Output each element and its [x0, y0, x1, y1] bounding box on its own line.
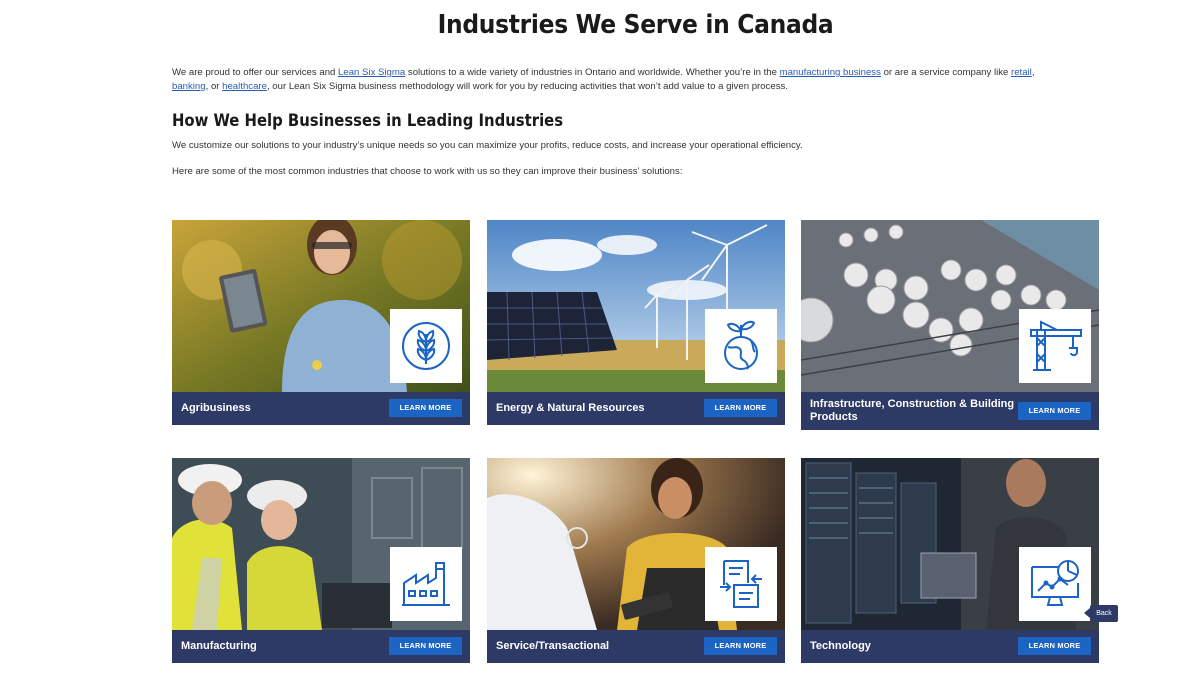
retail-link[interactable]: retail	[1011, 67, 1032, 78]
intro-text: We are proud to offer our services and	[172, 67, 339, 78]
card-bar: Agribusiness LEARN MORE	[172, 392, 470, 425]
intro-text: solutions to a wide variety of industrie…	[405, 67, 780, 78]
monitor-chart-icon	[1019, 547, 1091, 621]
card-bar: Manufacturing LEARN MORE	[172, 630, 470, 663]
healthcare-link[interactable]: healthcare	[222, 81, 267, 92]
card-label: Agribusiness	[181, 402, 251, 414]
card-bar: Technology LEARN MORE	[801, 630, 1099, 663]
document-exchange-icon	[705, 547, 777, 621]
intro-text: ,	[1031, 67, 1035, 78]
intro-text: or are a service company like	[880, 67, 1012, 78]
back-button[interactable]: Back	[1084, 605, 1118, 622]
intro-paragraph: We are proud to offer our services and L…	[172, 66, 1072, 94]
lean-six-sigma-link[interactable]: Lean Six Sigma	[338, 67, 405, 78]
card-bar: Service/Transactional LEARN MORE	[487, 630, 785, 663]
manufacturing-business-link[interactable]: manufacturing business	[780, 67, 881, 78]
card-label: Service/Transactional	[496, 640, 610, 652]
factory-icon	[390, 547, 462, 621]
section-heading: How We Help Businesses in Leading Indust…	[172, 111, 564, 130]
learn-more-button[interactable]: LEARN MORE	[389, 399, 462, 417]
industries-paragraph: Here are some of the most common industr…	[172, 166, 683, 177]
card-label: Infrastructure, Construction & Building …	[810, 398, 1015, 423]
learn-more-button[interactable]: LEARN MORE	[704, 399, 777, 417]
learn-more-button[interactable]: LEARN MORE	[704, 637, 777, 655]
wheat-icon	[390, 309, 462, 383]
banking-link[interactable]: banking	[172, 81, 206, 92]
intro-text: , or	[205, 81, 223, 92]
intro-text: , our Lean Six Sigma business methodolog…	[266, 81, 788, 92]
card-bar: Infrastructure, Construction & Building …	[801, 392, 1099, 430]
card-bar: Energy & Natural Resources LEARN MORE	[487, 392, 785, 425]
card-label: Technology	[810, 640, 871, 652]
page-title: Industries We Serve in Canada	[437, 10, 834, 40]
globe-plant-icon	[705, 309, 777, 383]
learn-more-button[interactable]: LEARN MORE	[389, 637, 462, 655]
learn-more-button[interactable]: LEARN MORE	[1018, 402, 1091, 420]
crane-icon	[1019, 309, 1091, 383]
card-label: Energy & Natural Resources	[496, 402, 645, 414]
learn-more-button[interactable]: LEARN MORE	[1018, 637, 1091, 655]
customize-paragraph: We customize our solutions to your indus…	[172, 140, 803, 151]
card-label: Manufacturing	[181, 640, 257, 652]
